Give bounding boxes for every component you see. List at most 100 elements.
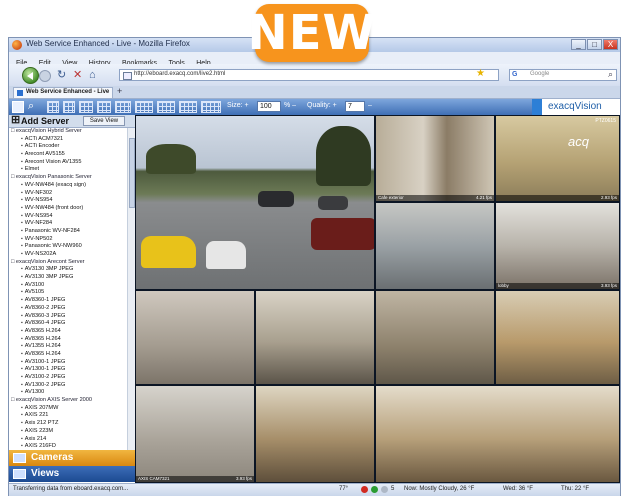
stop-icon[interactable]: ✕ <box>73 70 82 81</box>
new-tab-button[interactable]: + <box>117 86 122 96</box>
sidebar: ⊞ Add Server Save View □ exacqVision Hyb… <box>9 115 136 483</box>
tree-camera[interactable]: AV1300-2 JPEG <box>9 382 127 390</box>
tree-camera[interactable]: AXIS 207MW <box>9 405 127 413</box>
camera-tile[interactable]: AXIS CAM7321 3.93 fps <box>135 385 255 483</box>
tree-camera[interactable]: AV8360-3 JPEG <box>9 313 127 321</box>
tree-camera[interactable]: Elmet <box>9 166 127 174</box>
tree-camera[interactable]: AV8360-2 JPEG <box>9 305 127 313</box>
tree-camera[interactable]: ACTi ACM7321 <box>9 136 127 144</box>
tree-camera[interactable]: AXIS 221 <box>9 412 127 420</box>
camera-tile[interactable] <box>375 202 495 290</box>
new-badge: NEW <box>248 4 375 62</box>
back-button[interactable] <box>22 67 39 84</box>
layout-8x8-icon[interactable] <box>179 101 197 113</box>
forward-button[interactable] <box>39 70 51 82</box>
tree-camera[interactable]: AV8365 H.264 <box>9 328 127 336</box>
server-tree: □ exacqVision Hybrid ServerACTi ACM7321A… <box>9 128 127 450</box>
screenshot: NEW Web Service Enhanced - Live - Mozill… <box>0 0 625 498</box>
tree-camera[interactable]: Arecont Vision AV1355 <box>9 159 127 167</box>
tree-camera[interactable]: WV-NS202A <box>9 251 127 259</box>
home-icon[interactable]: ⌂ <box>89 70 96 81</box>
camera-label: AXIS CAM7321 <box>138 476 170 481</box>
tree-server[interactable]: □ exacqVision Arecont Server <box>9 259 127 267</box>
tree-camera[interactable]: WV-NW484 (exacq sign) <box>9 182 127 190</box>
camera-tile[interactable] <box>135 115 375 290</box>
tree-camera[interactable]: AV1300 <box>9 389 127 397</box>
layout-4x4-icon[interactable] <box>97 101 111 113</box>
tree-camera[interactable]: ACTi Encoder <box>9 143 127 151</box>
weather-thu: Thu: 22 °F <box>561 486 590 492</box>
add-server-icon[interactable]: ⊞ <box>11 115 20 126</box>
tree-camera[interactable]: AV8365 H.264 <box>9 351 127 359</box>
tree-camera[interactable]: AV3100 <box>9 282 127 290</box>
layout-2x2-icon[interactable] <box>63 101 75 113</box>
quality-input[interactable]: 7 <box>345 101 365 112</box>
tree-camera[interactable]: WV-NW484 (front door) <box>9 205 127 213</box>
tree-server[interactable]: □ exacqVision Panasonic Server <box>9 174 127 182</box>
address-bar[interactable]: http://eboard.exacq.com/live2.html <box>119 69 499 81</box>
tree-camera[interactable]: AXIS 223M <box>9 428 127 436</box>
tree-camera[interactable]: AV3130 3MP JPEG <box>9 274 127 282</box>
layout-3x3-icon[interactable] <box>79 101 93 113</box>
tree-camera[interactable]: AV1300-1 JPEG <box>9 366 127 374</box>
camera-tile[interactable] <box>135 290 255 385</box>
layout-6x6-icon[interactable] <box>135 101 153 113</box>
camera-tile[interactable] <box>255 290 375 385</box>
tree-server[interactable]: □ exacqVision Hybrid Server <box>9 128 127 136</box>
save-view-button[interactable]: Save View <box>83 116 125 126</box>
exacqvision-logo: exacqVision <box>532 99 620 115</box>
tree-camera[interactable]: AV8360-4 JPEG <box>9 320 127 328</box>
acq-sign: acq <box>568 134 589 149</box>
tree-camera[interactable]: Axis 214 <box>9 436 127 444</box>
camera-tile[interactable]: lobby 3.93 fps <box>495 202 620 290</box>
tree-camera[interactable]: AV5105 <box>9 289 127 297</box>
size-input[interactable]: 100 <box>257 101 281 112</box>
search-box[interactable]: G Google ⌕ <box>509 69 617 81</box>
layout-custom-icon[interactable] <box>201 101 221 113</box>
status-dot-grey <box>381 486 388 493</box>
camera-tile[interactable] <box>375 385 620 483</box>
tab-label: Web Service Enhanced - Live <box>26 89 110 95</box>
tree-camera[interactable]: WV-NF302 <box>9 190 127 198</box>
tree-camera[interactable]: Axis 212 PTZ <box>9 420 127 428</box>
close-button[interactable]: X <box>603 39 618 50</box>
tree-camera[interactable]: Panasonic WV-NF284 <box>9 228 127 236</box>
camera-tile[interactable]: Cafe exterior 4.21 fps <box>375 115 495 202</box>
cameras-button[interactable]: Cameras <box>9 450 135 466</box>
camera-tile[interactable] <box>495 290 620 385</box>
tree-camera[interactable]: AV8360-1 JPEG <box>9 297 127 305</box>
layout-1x1-icon[interactable] <box>47 101 59 113</box>
camera-tile[interactable] <box>255 385 375 483</box>
monitor-icon[interactable] <box>12 101 24 113</box>
tree-camera[interactable]: AXIS 216FD <box>9 443 127 450</box>
add-server-label[interactable]: Add Server <box>21 116 69 126</box>
tree-camera[interactable]: AV3130 3MP JPEG <box>9 266 127 274</box>
camera-label: Cafe exterior <box>378 195 404 200</box>
tree-camera[interactable]: WV-NS954 <box>9 213 127 221</box>
tree-camera[interactable]: AV8365 H.264 <box>9 336 127 344</box>
layout-5x5-icon[interactable] <box>115 101 131 113</box>
camera-tile[interactable] <box>375 290 495 385</box>
search-icon[interactable]: ⌕ <box>608 69 613 80</box>
tree-camera[interactable]: AV1355 H.264 <box>9 343 127 351</box>
tree-server[interactable]: □ exacqVision AXIS Server 2000 <box>9 397 127 405</box>
minimize-button[interactable]: _ <box>571 39 586 50</box>
tree-camera[interactable]: AV3100-1 JPEG <box>9 359 127 367</box>
status-item-2: 5 <box>391 486 395 492</box>
tree-camera[interactable]: Panasonic WV-NW960 <box>9 243 127 251</box>
tree-camera[interactable]: WV-NP502 <box>9 236 127 244</box>
tree-camera[interactable]: WV-NS954 <box>9 197 127 205</box>
magnifier-icon[interactable]: ⌕ <box>28 101 40 113</box>
bookmark-star-icon[interactable]: ★ <box>476 69 485 79</box>
tree-camera[interactable]: Arecont AV5155 <box>9 151 127 159</box>
camera-tile[interactable]: PTZ0615 acq 2.93 fps <box>495 115 620 202</box>
layout-7x7-icon[interactable] <box>157 101 175 113</box>
maximize-button[interactable]: □ <box>587 39 602 50</box>
views-button[interactable]: Views <box>9 466 135 482</box>
tree-camera[interactable]: AV3100-2 JPEG <box>9 374 127 382</box>
reload-icon[interactable]: ↻ <box>57 70 66 81</box>
tab-live[interactable]: Web Service Enhanced - Live <box>13 87 113 98</box>
parked-car-dark <box>318 196 348 210</box>
camera-fps: 4.21 fps <box>475 195 492 200</box>
tree-camera[interactable]: WV-NF284 <box>9 220 127 228</box>
